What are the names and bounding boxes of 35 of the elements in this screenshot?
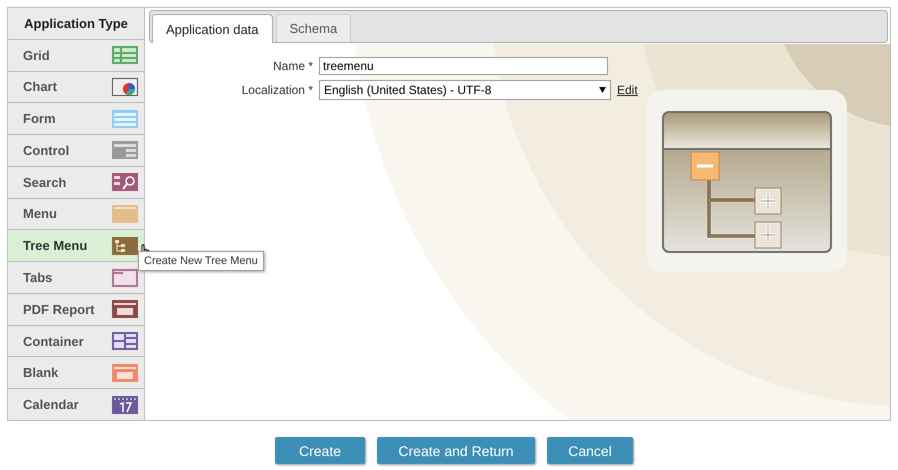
layout-icon xyxy=(112,332,138,350)
grid-icon xyxy=(112,46,138,64)
sidebar-item[interactable]: Blank xyxy=(8,357,144,390)
tab[interactable]: Application data xyxy=(152,14,273,43)
action-button[interactable]: Create xyxy=(275,437,365,464)
edit-link[interactable]: Edit xyxy=(617,83,638,97)
form-icon xyxy=(112,110,138,128)
sidebar-item[interactable]: PDF Report xyxy=(8,294,144,326)
tree-icon xyxy=(112,236,138,255)
sidebar-item[interactable]: Grid xyxy=(8,40,144,72)
action-button[interactable]: Cancel xyxy=(547,437,633,464)
field-label: Localization * xyxy=(240,83,313,97)
sidebar-item[interactable]: Calendar xyxy=(8,389,144,420)
tooltip: Create New Tree Menu xyxy=(138,251,264,272)
action-button[interactable]: Create and Return xyxy=(377,437,535,464)
sidebar-item[interactable]: Search xyxy=(8,166,144,199)
field-label: Name * xyxy=(272,59,313,73)
sidebar-item[interactable]: Container xyxy=(8,326,144,358)
control-icon xyxy=(112,141,138,160)
dropdown-arrow-icon xyxy=(599,87,606,93)
sidebar-item[interactable]: Tabs xyxy=(8,262,144,294)
localization-dropdown[interactable]: English (United States) - UTF-8 xyxy=(319,80,611,100)
sidebar-item[interactable]: Control xyxy=(8,135,144,167)
tab[interactable]: Schema xyxy=(276,14,352,42)
name-input-field[interactable]: treemenu xyxy=(319,57,608,75)
calendar-icon xyxy=(112,396,138,414)
folder-icon xyxy=(112,268,138,286)
chart-icon xyxy=(112,78,138,96)
menu-icon xyxy=(112,204,138,223)
document-icon xyxy=(112,364,138,382)
sidebar-item[interactable]: Chart xyxy=(8,72,144,104)
sidebar-item[interactable]: Form xyxy=(8,103,144,136)
search-form-icon xyxy=(112,173,138,192)
sidebar-title: Application Type xyxy=(8,8,144,40)
document-icon xyxy=(112,300,138,318)
